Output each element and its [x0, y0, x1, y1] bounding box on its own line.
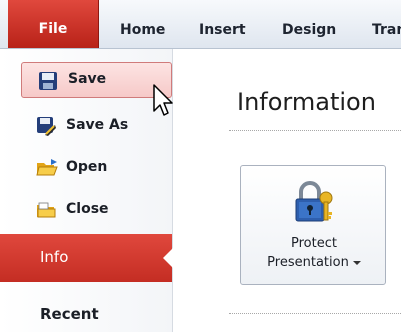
nav-info[interactable]: Info	[0, 234, 173, 282]
protect-label-line1: Protect	[291, 236, 337, 251]
open-label: Open	[66, 159, 108, 175]
tab-home[interactable]: Home	[120, 0, 165, 48]
save-icon	[38, 71, 58, 91]
dropdown-caret-icon	[352, 260, 361, 265]
nav-info-label: Info	[40, 248, 69, 266]
close-folder-icon	[36, 200, 56, 220]
ribbon-tab-bar: File Home Insert Design Tran	[0, 0, 401, 49]
tab-insert[interactable]: Insert	[199, 0, 246, 48]
tab-file[interactable]: File	[8, 0, 99, 48]
save-command[interactable]: Save	[21, 62, 172, 98]
mouse-pointer-icon	[152, 83, 178, 121]
close-command[interactable]: Close	[20, 192, 172, 228]
tab-design[interactable]: Design	[282, 0, 336, 48]
close-label: Close	[66, 201, 109, 217]
nav-recent[interactable]: Recent	[40, 305, 99, 323]
save-label: Save	[68, 71, 107, 87]
tab-transitions[interactable]: Tran	[372, 0, 401, 48]
save-as-icon	[36, 116, 56, 136]
open-command[interactable]: Open	[20, 150, 172, 186]
title-divider	[229, 130, 401, 131]
save-as-label: Save As	[66, 117, 129, 133]
lock-key-icon	[293, 180, 335, 224]
section-divider	[229, 313, 401, 314]
protect-label-line2: Presentation	[241, 255, 387, 270]
page-title: Information	[237, 88, 376, 116]
protect-label-text: Presentation	[267, 255, 349, 270]
selected-notch	[163, 248, 173, 268]
protect-presentation-button[interactable]: Protect Presentation	[240, 165, 386, 285]
open-folder-icon	[36, 158, 58, 178]
save-as-command[interactable]: Save As	[20, 108, 172, 144]
